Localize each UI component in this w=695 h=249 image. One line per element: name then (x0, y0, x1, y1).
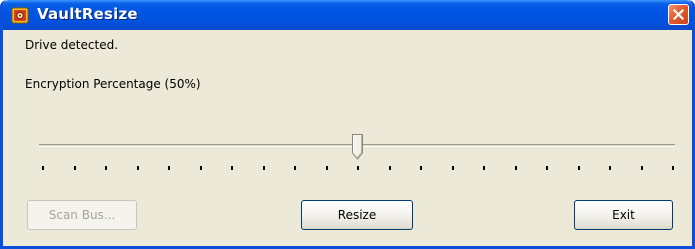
scan-bus-button[interactable]: Scan Bus... (27, 200, 137, 230)
exit-button[interactable]: Exit (574, 200, 673, 230)
resize-button[interactable]: Resize (301, 200, 413, 230)
slider-tick (294, 166, 296, 170)
encryption-percentage-label: Encryption Percentage (50%) (25, 77, 201, 91)
encryption-percentage-slider[interactable] (39, 120, 675, 180)
slider-tick (136, 166, 139, 170)
vault-app-icon (11, 7, 29, 24)
vaultresize-window: VaultResize Drive detected. Encryption P… (0, 0, 695, 249)
slider-tick (672, 166, 674, 170)
slider-tick (577, 166, 580, 170)
window-title: VaultResize (37, 5, 138, 23)
slider-thumb[interactable] (352, 134, 363, 160)
slider-tick (640, 166, 643, 170)
slider-tick (199, 166, 202, 170)
scan-bus-button-label: Scan Bus... (48, 208, 116, 222)
slider-tick (514, 166, 517, 170)
slider-tick (168, 166, 170, 170)
slider-tick (546, 166, 548, 170)
close-icon (673, 9, 684, 20)
slider-tick (105, 166, 107, 170)
exit-button-label: Exit (612, 208, 635, 222)
slider-tick (73, 166, 76, 170)
resize-button-label: Resize (337, 208, 377, 222)
slider-tick (231, 166, 233, 170)
slider-ticks (39, 166, 675, 172)
slider-tick (388, 166, 391, 170)
slider-tick (262, 166, 265, 170)
close-button[interactable] (668, 4, 689, 25)
slider-tick (609, 166, 611, 170)
slider-tick (42, 166, 44, 170)
status-text: Drive detected. (25, 38, 119, 52)
slider-tick (451, 166, 454, 170)
slider-tick (325, 166, 328, 170)
slider-tick (420, 166, 422, 170)
slider-tick (357, 166, 359, 170)
title-bar[interactable]: VaultResize (3, 0, 692, 30)
slider-tick (483, 166, 485, 170)
